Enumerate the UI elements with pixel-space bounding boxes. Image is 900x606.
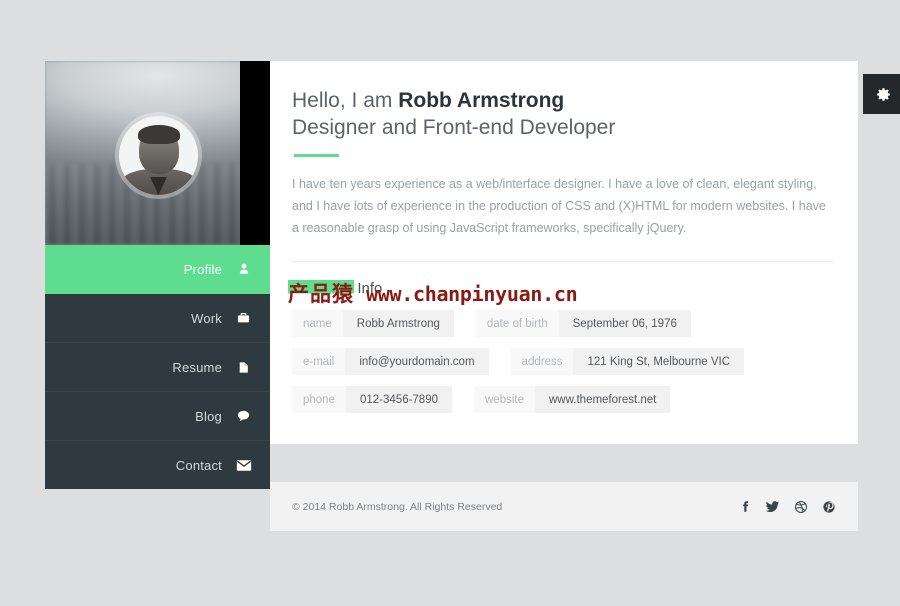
- sidebar-item-resume[interactable]: Resume: [45, 343, 270, 392]
- bio-text: I have ten years experience as a web/int…: [292, 173, 828, 239]
- field-value: September 06, 1976: [559, 310, 691, 337]
- field-label: phone: [292, 386, 346, 413]
- field-name: name Robb Armstrong: [292, 310, 454, 337]
- field-website: website www.themeforest.net: [474, 386, 670, 413]
- settings-button[interactable]: [863, 74, 900, 114]
- section-title: Personal Info: [294, 280, 828, 297]
- page-subtitle: Designer and Front-end Developer: [292, 114, 828, 141]
- greeting-prefix: Hello, I am: [292, 89, 398, 112]
- speech-bubble-icon: [235, 409, 252, 423]
- briefcase-icon: [235, 311, 252, 325]
- avatar-hair: [138, 125, 180, 144]
- info-row: e-mail info@yourdomain.com address 121 K…: [292, 348, 828, 375]
- profile-header: [45, 61, 270, 245]
- facebook-icon[interactable]: [738, 499, 751, 514]
- sidebar: Profile Work Resume: [45, 61, 270, 489]
- field-value: 121 King St, Melbourne VIC: [573, 348, 744, 375]
- field-label: e-mail: [292, 348, 345, 375]
- header-black-strip: [240, 61, 270, 245]
- field-address: address 121 King St, Melbourne VIC: [511, 348, 744, 375]
- dribbble-icon[interactable]: [794, 500, 808, 514]
- field-label: date of birth: [476, 310, 559, 337]
- field-value: www.themeforest.net: [535, 386, 670, 413]
- sidebar-item-label: Work: [191, 311, 222, 326]
- field-phone: phone 012-3456-7890: [292, 386, 452, 413]
- footer: © 2014 Robb Armstrong. All Rights Reserv…: [270, 482, 858, 531]
- info-row: name Robb Armstrong date of birth Septem…: [292, 310, 828, 337]
- field-email: e-mail info@yourdomain.com: [292, 348, 489, 375]
- sidebar-item-blog[interactable]: Blog: [45, 392, 270, 441]
- page-title: Hello, I am Robb Armstrong: [292, 87, 828, 114]
- info-row: phone 012-3456-7890 website www.themefor…: [292, 386, 828, 413]
- field-date-of-birth: date of birth September 06, 1976: [476, 310, 691, 337]
- field-label: name: [292, 310, 343, 337]
- sidebar-item-label: Contact: [176, 458, 222, 473]
- sidebar-item-label: Resume: [172, 360, 222, 375]
- personal-info-list: name Robb Armstrong date of birth Septem…: [292, 310, 828, 413]
- sidebar-item-label: Blog: [195, 409, 222, 424]
- sidebar-item-work[interactable]: Work: [45, 294, 270, 343]
- accent-rule: [294, 154, 339, 157]
- social-links: [738, 499, 836, 514]
- profile-name: Robb Armstrong: [398, 89, 564, 112]
- envelope-icon: [235, 459, 252, 472]
- user-icon: [235, 262, 252, 276]
- copyright-text: © 2014 Robb Armstrong. All Rights Reserv…: [292, 501, 502, 513]
- sidebar-item-label: Profile: [184, 262, 222, 277]
- twitter-icon[interactable]: [765, 499, 780, 514]
- field-value: Robb Armstrong: [343, 310, 454, 337]
- gear-icon: [875, 86, 892, 103]
- avatar: [119, 116, 198, 195]
- field-value: info@yourdomain.com: [345, 348, 488, 375]
- section-divider: [292, 261, 833, 262]
- field-value: 012-3456-7890: [346, 386, 452, 413]
- sidebar-item-contact[interactable]: Contact: [45, 441, 270, 489]
- pinterest-icon[interactable]: [822, 500, 836, 514]
- main-content-card: Hello, I am Robb Armstrong Designer and …: [270, 61, 858, 444]
- sidebar-item-profile[interactable]: Profile: [45, 245, 270, 294]
- field-label: website: [474, 386, 535, 413]
- sidebar-nav: Profile Work Resume: [45, 245, 270, 489]
- document-icon: [235, 360, 252, 375]
- field-label: address: [511, 348, 574, 375]
